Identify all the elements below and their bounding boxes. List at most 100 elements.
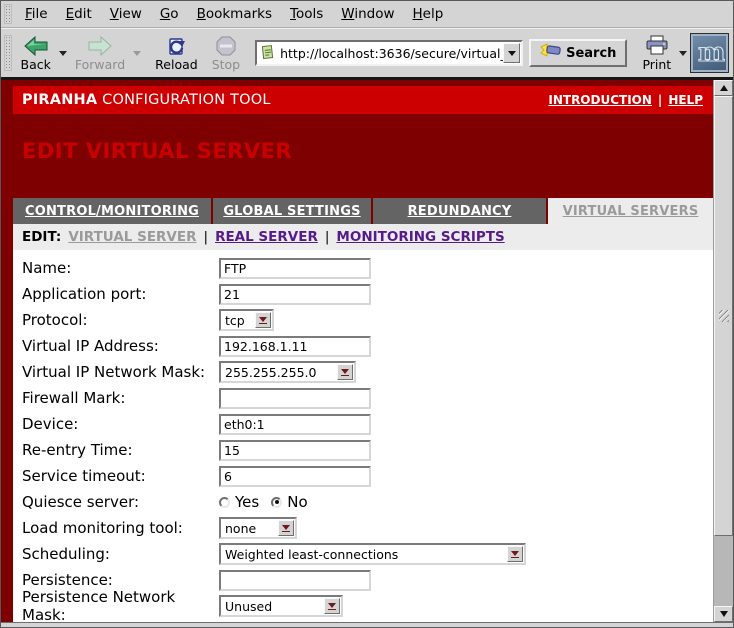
search-label: Search xyxy=(566,46,616,61)
name-label: Name: xyxy=(22,259,219,277)
form-row-reentry-time: Re-entry Time: xyxy=(22,437,713,463)
load-monitoring-label: Load monitoring tool: xyxy=(22,519,219,537)
tab-control-monitoring[interactable]: CONTROL/MONITORING xyxy=(13,198,211,224)
menu-tools[interactable]: Tools xyxy=(281,3,332,25)
url-dropdown-button[interactable] xyxy=(503,43,520,63)
help-link[interactable]: HELP xyxy=(668,93,703,107)
quiesce-yes-radio[interactable] xyxy=(219,497,230,508)
app-header: PIRANHA CONFIGURATION TOOL INTRODUCTION … xyxy=(13,86,713,114)
print-icon xyxy=(644,35,670,57)
search-icon xyxy=(540,43,562,63)
scroll-up-button[interactable] xyxy=(714,80,733,96)
dropdown-arrow-icon xyxy=(507,546,523,562)
virtual-ip-mask-select[interactable]: 255.255.255.0 xyxy=(219,361,356,383)
introduction-link[interactable]: INTRODUCTION xyxy=(548,93,652,107)
reload-label: Reload xyxy=(155,57,198,72)
tab-global-settings[interactable]: GLOBAL SETTINGS xyxy=(213,198,371,224)
device-label: Device: xyxy=(22,415,219,433)
forward-icon xyxy=(87,35,113,57)
form-row-protocol: Protocol: tcp xyxy=(22,307,713,333)
menu-bar: File Edit View Go Bookmarks Tools Window… xyxy=(1,1,733,28)
form-row-scheduling: Scheduling: Weighted least-connections xyxy=(22,541,713,567)
virtual-server-form: Name: Application port: Protocol: tcp xyxy=(13,250,713,622)
persistence-mask-select[interactable]: Unused xyxy=(219,595,343,617)
menu-window[interactable]: Window xyxy=(332,3,403,25)
form-row-virtual-ip-mask: Virtual IP Network Mask: 255.255.255.0 xyxy=(22,359,713,385)
scrollbar-grip-icon xyxy=(719,310,729,322)
dropdown-arrow-icon xyxy=(255,312,271,328)
back-button[interactable]: Back xyxy=(16,34,56,73)
application-port-label: Application port: xyxy=(22,285,219,303)
form-row-device: Device: xyxy=(22,411,713,437)
quiesce-radio-group: Yes No xyxy=(219,493,320,511)
form-row-load-monitoring: Load monitoring tool: none xyxy=(22,515,713,541)
persistence-input[interactable] xyxy=(219,570,371,591)
form-row-firewall-mark: Firewall Mark: xyxy=(22,385,713,411)
search-button[interactable]: Search xyxy=(529,39,627,67)
scrollbar-track[interactable] xyxy=(714,536,733,606)
firewall-mark-input[interactable] xyxy=(219,388,371,409)
reentry-time-input[interactable] xyxy=(219,440,371,461)
url-input[interactable]: http://localhost:3636/secure/virtual_edi… xyxy=(278,46,503,61)
scheduling-label: Scheduling: xyxy=(22,545,219,563)
tab-bar: CONTROL/MONITORING GLOBAL SETTINGS REDUN… xyxy=(13,198,713,224)
stop-button[interactable]: Stop xyxy=(207,34,245,73)
reload-button[interactable]: Reload xyxy=(150,34,203,73)
navigation-toolbar: Back Forward Reload xyxy=(1,28,733,77)
virtual-ip-label: Virtual IP Address: xyxy=(22,337,219,355)
form-row-service-timeout: Service timeout: xyxy=(22,463,713,489)
service-timeout-input[interactable] xyxy=(219,466,371,487)
load-monitoring-select[interactable]: none xyxy=(219,517,297,539)
dropdown-arrow-icon xyxy=(278,520,294,536)
subnav-real-server[interactable]: REAL SERVER xyxy=(215,229,318,245)
device-input[interactable] xyxy=(219,414,371,435)
application-port-input[interactable] xyxy=(219,284,371,305)
page-proxy-icon[interactable] xyxy=(261,44,275,63)
name-input[interactable] xyxy=(219,258,371,279)
scroll-up-icon xyxy=(720,85,728,91)
toolbar-grippy[interactable] xyxy=(4,35,12,70)
back-dropdown-icon[interactable] xyxy=(59,51,67,56)
subnav-virtual-server[interactable]: VIRTUAL SERVER xyxy=(68,229,196,245)
url-bar[interactable]: http://localhost:3636/secure/virtual_edi… xyxy=(255,40,523,66)
quiesce-no-radio[interactable] xyxy=(271,497,282,508)
print-label: Print xyxy=(642,57,671,72)
scroll-down-icon xyxy=(720,611,728,617)
menu-edit[interactable]: Edit xyxy=(57,3,101,25)
form-row-virtual-ip: Virtual IP Address: xyxy=(22,333,713,359)
tab-virtual-servers[interactable]: VIRTUAL SERVERS xyxy=(548,198,713,224)
subnav-prefix: EDIT: xyxy=(22,229,61,245)
menu-file[interactable]: File xyxy=(16,3,57,25)
quiesce-server-label: Quiesce server: xyxy=(22,493,219,511)
forward-button[interactable]: Forward xyxy=(70,34,130,73)
virtual-ip-input[interactable] xyxy=(219,336,371,357)
scroll-down-button[interactable] xyxy=(714,606,733,622)
scheduling-select[interactable]: Weighted least-connections xyxy=(219,543,526,565)
subnav-monitoring-scripts[interactable]: MONITORING SCRIPTS xyxy=(336,229,504,245)
back-label: Back xyxy=(21,57,51,72)
mozilla-logo[interactable]: m xyxy=(690,33,729,73)
menu-view[interactable]: View xyxy=(101,3,151,25)
print-dropdown-icon[interactable] xyxy=(679,51,687,56)
persistence-mask-label: Persistence Network Mask: xyxy=(22,588,219,622)
menu-bookmarks[interactable]: Bookmarks xyxy=(188,3,281,25)
browser-window: File Edit View Go Bookmarks Tools Window… xyxy=(0,0,734,628)
page-content: PIRANHA CONFIGURATION TOOL INTRODUCTION … xyxy=(1,80,713,622)
menubar-grippy[interactable] xyxy=(4,4,12,25)
back-icon xyxy=(23,35,49,57)
scrollbar-thumb[interactable] xyxy=(714,96,733,536)
reload-icon xyxy=(163,35,189,57)
persistence-label: Persistence: xyxy=(22,571,219,589)
forward-dropdown-icon[interactable] xyxy=(133,51,141,56)
print-button[interactable]: Print xyxy=(637,34,676,73)
quiesce-no-label: No xyxy=(287,493,307,511)
tab-redundancy[interactable]: REDUNDANCY xyxy=(373,198,546,224)
menu-go[interactable]: Go xyxy=(151,3,188,25)
protocol-label: Protocol: xyxy=(22,311,219,329)
quiesce-yes-label: Yes xyxy=(235,493,259,511)
protocol-select[interactable]: tcp xyxy=(219,309,274,331)
menu-help[interactable]: Help xyxy=(404,3,453,25)
vertical-scrollbar[interactable] xyxy=(713,80,733,622)
svg-text:m: m xyxy=(698,39,725,67)
firewall-mark-label: Firewall Mark: xyxy=(22,389,219,407)
